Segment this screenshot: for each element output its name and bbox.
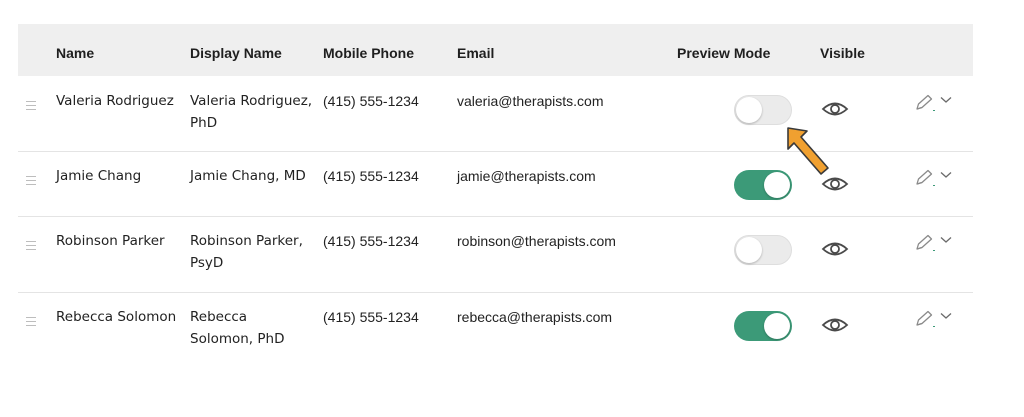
row-mobile-phone: (415) 555-1234 <box>323 93 419 109</box>
pencil-icon[interactable] <box>914 309 936 329</box>
row-actions[interactable] <box>914 309 958 329</box>
row-mobile-phone: (415) 555-1234 <box>323 309 419 325</box>
drag-handle-icon[interactable] <box>26 101 36 113</box>
row-display-name-line2: PhD <box>190 115 218 131</box>
row-actions[interactable] <box>914 168 958 188</box>
row-display-name-line1: Robinson Parker, <box>190 233 303 249</box>
row-email: jamie@therapists.com <box>457 168 596 184</box>
drag-handle-icon[interactable] <box>26 241 36 253</box>
row-mobile-phone: (415) 555-1234 <box>323 233 419 249</box>
row-display-name: Valeria Rodriguez, PhD <box>190 90 315 134</box>
row-actions[interactable] <box>914 233 958 253</box>
drag-handle-icon[interactable] <box>26 317 36 329</box>
row-display-name-line1: Rebecca <box>190 309 248 325</box>
row-name: Valeria Rodriguez <box>56 93 174 109</box>
row-display-name: Jamie Chang, MD <box>190 165 315 187</box>
row-mobile-phone: (415) 555-1234 <box>323 168 419 184</box>
toggle-knob <box>764 313 790 339</box>
row-display-name-line2: PsyD <box>190 255 224 271</box>
row-display-name-line1: Jamie Chang, MD <box>190 168 306 184</box>
row-actions[interactable] <box>914 93 958 113</box>
pencil-icon[interactable] <box>914 233 936 253</box>
pencil-icon[interactable] <box>914 168 936 188</box>
preview-mode-toggle[interactable] <box>734 95 792 125</box>
eye-icon[interactable] <box>821 240 849 258</box>
preview-mode-toggle[interactable] <box>734 235 792 265</box>
row-name: Jamie Chang <box>56 168 142 184</box>
eye-icon[interactable] <box>821 316 849 334</box>
chevron-down-icon[interactable] <box>940 171 952 179</box>
row-display-name: Robinson Parker, PsyD <box>190 230 315 274</box>
drag-handle-icon[interactable] <box>26 176 36 188</box>
row-email: robinson@therapists.com <box>457 233 616 249</box>
toggle-knob <box>736 97 762 123</box>
chevron-down-icon[interactable] <box>940 312 952 320</box>
row-name: Rebecca Solomon <box>56 309 177 325</box>
column-header-email[interactable]: Email <box>457 45 494 61</box>
column-header-visible[interactable]: Visible <box>820 45 865 61</box>
preview-mode-toggle[interactable] <box>734 311 792 341</box>
eye-icon[interactable] <box>821 100 849 118</box>
column-header-mobile-phone[interactable]: Mobile Phone <box>323 45 414 61</box>
row-email: valeria@therapists.com <box>457 93 604 109</box>
table-row: Rebecca Solomon Rebecca Solomon, PhD (41… <box>18 293 973 373</box>
table-header: Name Display Name Mobile Phone Email Pre… <box>18 24 973 76</box>
pencil-icon[interactable] <box>914 93 936 113</box>
column-header-display-name[interactable]: Display Name <box>190 45 282 61</box>
chevron-down-icon[interactable] <box>940 96 952 104</box>
chevron-down-icon[interactable] <box>940 236 952 244</box>
row-name: Robinson Parker <box>56 233 165 249</box>
row-display-name-line2: Solomon, PhD <box>190 331 285 347</box>
annotation-arrow-icon <box>787 127 829 175</box>
toggle-knob <box>736 237 762 263</box>
therapists-table: Name Display Name Mobile Phone Email Pre… <box>18 24 973 373</box>
row-display-name: Rebecca Solomon, PhD <box>190 306 315 350</box>
column-header-preview-mode[interactable]: Preview Mode <box>677 45 770 61</box>
column-header-name[interactable]: Name <box>56 45 94 61</box>
row-email: rebecca@therapists.com <box>457 309 613 325</box>
table-body: Valeria Rodriguez Valeria Rodriguez, PhD… <box>18 76 973 373</box>
row-display-name-line1: Valeria Rodriguez, <box>190 93 313 109</box>
table-row: Robinson Parker Robinson Parker, PsyD (4… <box>18 217 973 293</box>
